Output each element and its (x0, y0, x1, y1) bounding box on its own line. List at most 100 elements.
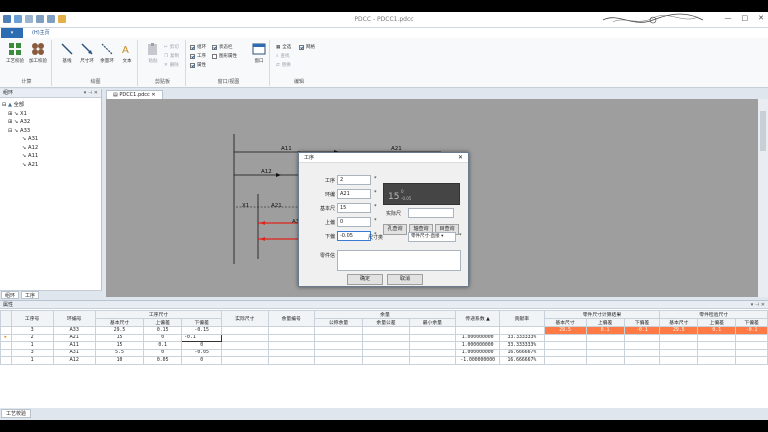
cell-allowance-tol[interactable] (362, 333, 410, 342)
col-process[interactable]: 工序号 (10, 310, 54, 327)
cell-coef[interactable]: 1.000000000 (455, 341, 501, 350)
tree-node[interactable]: ⊟ ↘ A33 (2, 127, 99, 136)
ok-button[interactable]: 确定 (347, 274, 383, 285)
col-upper[interactable]: 上偏差 (143, 318, 183, 327)
maximize-icon[interactable]: □ (742, 14, 749, 22)
cell-allowance-tol[interactable] (362, 348, 410, 357)
minimize-icon[interactable]: — (725, 14, 732, 22)
dim-label-x1[interactable]: X1 (242, 203, 249, 209)
cell-check-basic[interactable] (659, 341, 699, 350)
cell-calc-upper[interactable] (585, 333, 625, 342)
size-type-select[interactable]: 零件尺寸-直接 ▾ (408, 232, 456, 242)
cell-contrib[interactable]: 16.666667% (499, 356, 545, 365)
table-row[interactable]: 3 A33 29.5 0.15 -0.15 29.5 0.1 -0.1 29.5… (0, 326, 768, 335)
check-props[interactable]: 属性 (190, 62, 206, 68)
cell-actual[interactable] (221, 333, 269, 342)
basic-size-input[interactable]: 15 (337, 203, 371, 213)
check-process[interactable]: 工序 (190, 53, 206, 59)
tab-process[interactable]: 工序 (21, 291, 40, 299)
text-button[interactable]: A 文本 (116, 42, 138, 64)
col-coef[interactable]: 传递系数 ▲ (455, 310, 501, 327)
col-check-basic[interactable]: 基本尺寸 (659, 318, 699, 327)
cell-check-basic[interactable]: 29.5 (659, 326, 699, 335)
cell-upper[interactable]: 0.1 (143, 341, 183, 350)
cell-check-basic[interactable] (659, 348, 699, 357)
cell-check-upper[interactable] (697, 348, 737, 357)
vertical-scrollbar[interactable] (758, 99, 768, 297)
cell-check-lower[interactable] (735, 341, 768, 350)
cell-coef[interactable] (455, 326, 501, 335)
select-all-button[interactable]: ▦ 全选 (276, 44, 291, 51)
cell-actual[interactable] (221, 348, 269, 357)
cell-process[interactable]: 2 (10, 333, 54, 342)
cell-calc-basic[interactable] (543, 348, 587, 357)
col-actual[interactable]: 实际尺寸 (221, 310, 269, 327)
dim-ring-button[interactable]: 尺寸环 (76, 42, 98, 64)
cell-process[interactable]: 3 (10, 348, 54, 357)
tree-node[interactable]: ⊞ ↘ A32 (2, 118, 99, 127)
cell-calc-lower[interactable] (623, 348, 661, 357)
cut-button[interactable]: ✂ 剪切 (164, 44, 179, 51)
cell-calc-upper[interactable] (585, 341, 625, 350)
cell-basic[interactable]: 15 (94, 341, 145, 350)
cell-allowance-tol[interactable] (362, 356, 410, 365)
cell-min-allowance[interactable] (408, 348, 457, 357)
upper-dev-input[interactable]: 0 (337, 217, 371, 227)
cell-calc-upper[interactable]: 0.1 (585, 326, 625, 335)
cell-check-lower[interactable] (735, 333, 768, 342)
cell-calc-lower[interactable]: -0.1 (623, 326, 661, 335)
cell-nominal[interactable] (313, 341, 364, 350)
check-group-ring[interactable]: 组环 (190, 44, 206, 50)
cell-nominal[interactable] (313, 333, 364, 342)
panel-pin-close-icons[interactable]: ▾ ⊣ ✕ (751, 301, 765, 309)
check-statusbar[interactable]: 状态栏 (212, 44, 233, 50)
cell-lower[interactable]: 0 (181, 356, 223, 365)
cell-upper[interactable]: 0 (143, 333, 183, 342)
cell-lower[interactable]: 0 (181, 341, 223, 350)
machining-check-button[interactable]: 加工校验 (27, 42, 49, 64)
part-info-textarea[interactable] (337, 250, 461, 271)
cell-lower-editing[interactable]: -0.1 (181, 333, 223, 342)
cell-min-allowance[interactable] (408, 356, 457, 365)
cell-ring[interactable]: A33 (52, 326, 96, 335)
col-calc-upper[interactable]: 上偏差 (585, 318, 625, 327)
cell-calc-basic[interactable]: 29.5 (543, 326, 587, 335)
col-nominal[interactable]: 公称余量 (313, 318, 364, 327)
table-row[interactable]: 1 A12 10 0.05 0 -1.000000000 16.666667% (0, 356, 768, 365)
cell-check-lower[interactable] (735, 348, 768, 357)
process-check-button[interactable]: 工艺校验 (4, 42, 26, 64)
cell-contrib[interactable]: 16.666667% (499, 348, 545, 357)
cell-calc-lower[interactable] (623, 341, 661, 350)
cell-ring[interactable]: A31 (52, 348, 96, 357)
ring-input[interactable]: A21 (337, 189, 371, 199)
col-ring[interactable]: 环编号 (52, 310, 96, 327)
col-check-upper[interactable]: 上偏差 (697, 318, 737, 327)
cell-allowance-tol[interactable] (362, 341, 410, 350)
cell-nominal[interactable] (313, 326, 364, 335)
tab-process-check[interactable]: 工艺校验 (1, 409, 32, 418)
cell-allowance-no[interactable] (267, 341, 315, 350)
cell-coef[interactable]: -1.000000000 (455, 356, 501, 365)
check-graph-props[interactable]: 图形属性 (212, 53, 237, 59)
cell-calc-upper[interactable] (585, 348, 625, 357)
col-calc-basic[interactable]: 基本尺寸 (543, 318, 587, 327)
find-button[interactable]: ⌕ 查找 (276, 53, 290, 59)
cell-basic[interactable]: 5.5 (94, 348, 145, 357)
close-icon[interactable]: ✕ (758, 14, 764, 22)
table-row[interactable]: 3 A31 5.5 0 -0.05 1.000000000 16.666667% (0, 348, 768, 357)
cell-allowance-no[interactable] (267, 348, 315, 357)
file-menu-button[interactable]: ▾ (1, 28, 23, 38)
cell-actual[interactable] (221, 356, 269, 365)
cell-process[interactable]: 1 (10, 356, 54, 365)
cell-upper[interactable]: 0.05 (143, 356, 183, 365)
cell-allowance-no[interactable] (267, 333, 315, 342)
cell-calc-basic[interactable] (543, 341, 587, 350)
table-row-selected[interactable]: ▸ 2 A21 15 0 -0.1 1.000000000 33.333333% (0, 333, 768, 342)
table-row[interactable]: 1 A11 15 0.1 0 1.000000000 33.333333% (0, 341, 768, 350)
cell-calc-lower[interactable] (623, 356, 661, 365)
col-check-lower[interactable]: 下偏差 (735, 318, 768, 327)
col-contrib[interactable]: 贡献率 (499, 310, 545, 327)
cell-coef[interactable]: 1.000000000 (455, 333, 501, 342)
tree-node[interactable]: ↘ A21 (2, 161, 99, 170)
cell-check-upper[interactable] (697, 356, 737, 365)
